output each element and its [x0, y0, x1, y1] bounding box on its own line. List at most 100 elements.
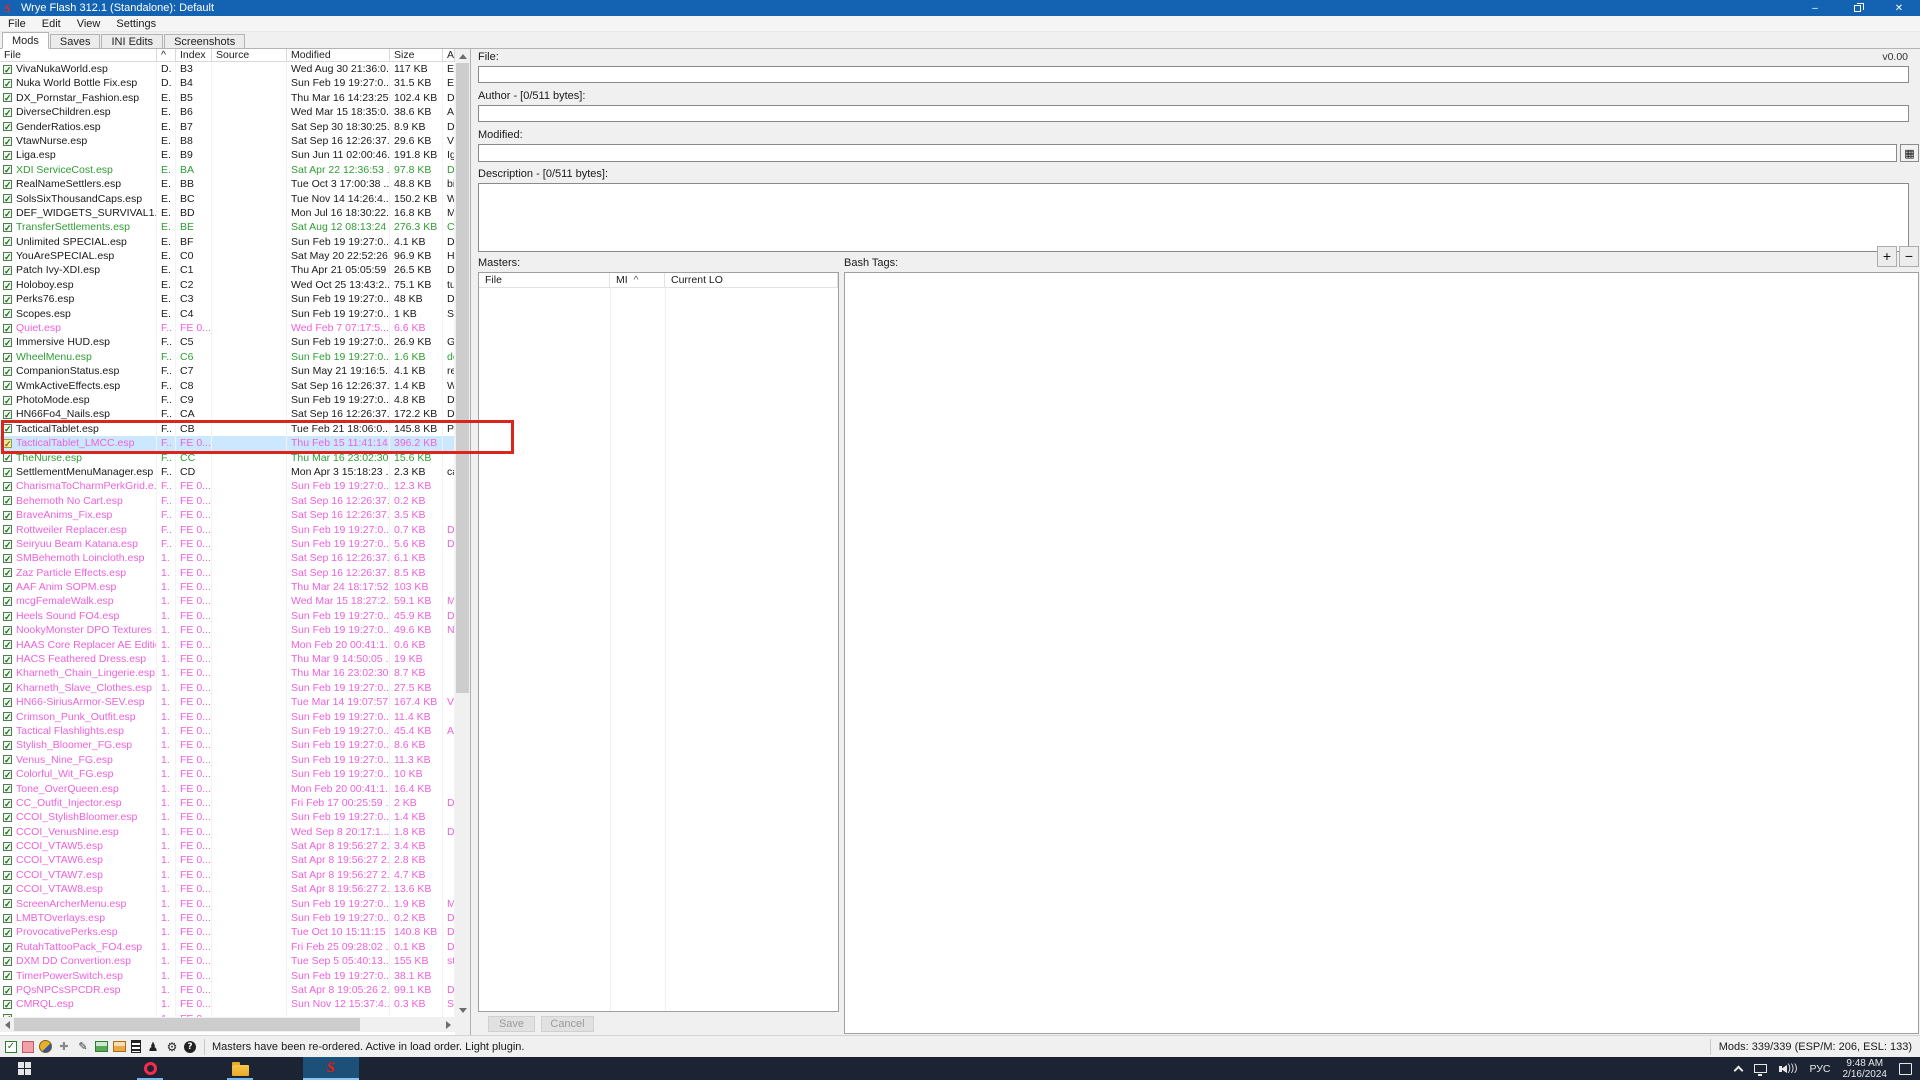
tab-ini-edits[interactable]: INI Edits [101, 34, 163, 48]
mod-row[interactable]: CC_Outfit_Injector.esp 1. FE 0... Fri Fe… [0, 796, 455, 810]
mod-row[interactable]: AAF Anim SOPM.esp 1. FE 0... Thu Mar 24 … [0, 580, 455, 594]
mod-row[interactable]: HN66-SiriusArmor-SEV.esp 1. FE 0... Tue … [0, 695, 455, 709]
mod-row[interactable]: Liga.esp E. B9 Sun Jun 11 02:00:46... 19… [0, 148, 455, 162]
mod-checkbox[interactable] [3, 640, 12, 649]
tab-saves[interactable]: Saves [50, 34, 101, 48]
mod-checkbox[interactable] [3, 799, 12, 808]
mod-checkbox[interactable] [3, 338, 12, 347]
mod-checkbox[interactable] [3, 698, 12, 707]
mod-checkbox[interactable] [3, 568, 12, 577]
mod-checkbox[interactable] [3, 482, 12, 491]
mod-checkbox[interactable] [3, 583, 12, 592]
mod-checkbox[interactable] [3, 856, 12, 865]
doc-icon[interactable] [131, 1040, 141, 1053]
mod-checkbox[interactable] [3, 928, 12, 937]
mod-row[interactable]: VtawNurse.esp E. B8 Sat Sep 16 12:26:37.… [0, 134, 455, 148]
mod-row[interactable]: SMBehemoth Loincloth.esp 1. FE 0... Sat … [0, 551, 455, 565]
mod-row[interactable]: Rottweiler Replacer.esp F.. FE 0... Sun … [0, 523, 455, 537]
menu-edit[interactable]: Edit [34, 16, 69, 32]
mod-row[interactable]: Kharneth_Chain_Lingerie.esp 1. FE 0... T… [0, 666, 455, 680]
column-header-source[interactable]: Source [212, 49, 287, 61]
mod-row[interactable]: CCOI_VTAW7.esp 1. FE 0... Sat Apr 8 19:5… [0, 868, 455, 882]
mod-row[interactable]: CCOI_VTAW5.esp 1. FE 0... Sat Apr 8 19:5… [0, 839, 455, 853]
mod-row[interactable]: DX_Pornstar_Fashion.esp E. B5 Thu Mar 16… [0, 91, 455, 105]
mod-row[interactable]: Kharneth_Slave_Clothes.esp 1. FE 0... Su… [0, 681, 455, 695]
mod-row[interactable]: PQsNPCsSPCDR.esp 1. FE 0... Sat Apr 8 19… [0, 983, 455, 997]
mod-checkbox[interactable] [3, 727, 12, 736]
mod-row[interactable]: Perks76.esp E. C3 Sun Feb 19 19:27:0... … [0, 292, 455, 306]
column-header-modified[interactable]: Modified [287, 49, 390, 61]
mod-row[interactable]: SettlementMenuManager.esp F.. CD Mon Apr… [0, 465, 455, 479]
mod-row[interactable]: Tone_OverQueen.esp 1. FE 0... Mon Feb 20… [0, 782, 455, 796]
minimize-button[interactable]: – [1794, 0, 1836, 16]
export-icon[interactable] [113, 1041, 126, 1052]
mod-row[interactable]: TheNurse.esp F.. CC Thu Mar 16 23:02:30.… [0, 451, 455, 465]
mod-row[interactable]: NookyMonster DPO Textures ... 1. FE 0...… [0, 623, 455, 637]
scroll-up-icon[interactable] [455, 49, 470, 63]
mod-checkbox[interactable] [3, 813, 12, 822]
mod-checkbox[interactable] [3, 899, 12, 908]
mod-checkbox[interactable] [3, 324, 12, 333]
mod-checkbox[interactable] [3, 353, 12, 362]
mod-row[interactable]: Zaz Particle Effects.esp 1. FE 0... Sat … [0, 566, 455, 580]
mod-checkbox[interactable] [3, 65, 12, 74]
mod-checkbox[interactable] [3, 122, 12, 131]
mod-checkbox[interactable] [3, 827, 12, 836]
mod-checkbox[interactable] [3, 410, 12, 419]
mod-checkbox[interactable] [3, 266, 12, 275]
mod-checkbox[interactable] [3, 252, 12, 261]
mod-row[interactable]: DXM DD Convertion.esp 1. FE 0... Tue Sep… [0, 954, 455, 968]
restore-button[interactable] [1836, 0, 1878, 16]
mod-checkbox[interactable] [3, 367, 12, 376]
mod-checkbox[interactable] [3, 986, 12, 995]
mod-row[interactable]: TimerPowerSwitch.esp 1. FE 0... Sun Feb … [0, 969, 455, 983]
mod-row[interactable]: ProvocativePerks.esp 1. FE 0... Tue Oct … [0, 925, 455, 939]
mod-row[interactable]: WmkActiveEffects.esp F.. C8 Sat Sep 16 1… [0, 379, 455, 393]
mod-checkbox[interactable] [3, 943, 12, 952]
mod-row[interactable]: HACS Feathered Dress.esp 1. FE 0... Thu … [0, 652, 455, 666]
mod-row[interactable]: Nuka World Bottle Fix.esp D. B4 Sun Feb … [0, 76, 455, 90]
horizontal-scrollbar[interactable] [0, 1017, 455, 1032]
mod-checkbox[interactable] [3, 165, 12, 174]
gear-icon[interactable]: ⚙ [165, 1040, 179, 1054]
scroll-left-icon[interactable] [0, 1017, 14, 1032]
column-header-index[interactable]: Index [176, 49, 212, 61]
mod-row[interactable]: CCOI_VTAW8.esp 1. FE 0... Sat Apr 8 19:5… [0, 882, 455, 896]
scroll-down-icon[interactable] [455, 1003, 470, 1017]
add-tag-button[interactable]: + [1877, 246, 1897, 267]
mod-checkbox[interactable] [3, 137, 12, 146]
mod-checkbox[interactable] [3, 511, 12, 520]
mod-row[interactable]: BraveAnims_Fix.esp F.. FE 0... Sat Sep 1… [0, 508, 455, 522]
mod-checkbox[interactable] [3, 655, 12, 664]
mod-row[interactable]: Seiryuu Beam Katana.esp F.. FE 0... Sun … [0, 537, 455, 551]
masters-column-current-lo[interactable]: Current LO [665, 273, 838, 287]
mod-row[interactable]: GenderRatios.esp E. B7 Sat Sep 30 18:30:… [0, 120, 455, 134]
calendar-button[interactable]: ▦ [1900, 144, 1919, 162]
mod-checkbox[interactable] [3, 597, 12, 606]
mod-row[interactable]: HAAS Core Replacer AE Editio... 1. FE 0.… [0, 638, 455, 652]
mod-checkbox[interactable] [3, 396, 12, 405]
mod-checkbox[interactable] [3, 79, 12, 88]
scroll-right-icon[interactable] [441, 1017, 455, 1032]
mod-checkbox[interactable] [3, 424, 12, 433]
mod-checkbox[interactable] [3, 237, 12, 246]
mod-checkbox[interactable] [3, 755, 12, 764]
mod-checkbox[interactable] [3, 784, 12, 793]
mod-checkbox[interactable] [3, 108, 12, 117]
mod-checkbox[interactable] [3, 971, 12, 980]
mod-checkbox[interactable] [3, 626, 12, 635]
file-input[interactable] [478, 66, 1909, 83]
mod-row[interactable]: DEF_WIDGETS_SURVIVAL1... E. BD Mon Jul 1… [0, 206, 455, 220]
mod-row[interactable]: YouAreSPECIAL.esp E. C0 Sat May 20 22:52… [0, 249, 455, 263]
mod-checkbox[interactable] [3, 712, 12, 721]
cancel-button[interactable]: Cancel [541, 1016, 594, 1032]
mod-checkbox[interactable] [3, 194, 12, 203]
globe-icon[interactable] [39, 1040, 52, 1053]
mod-checkbox[interactable] [3, 525, 12, 534]
mod-checkbox[interactable] [3, 1000, 12, 1009]
author-input[interactable] [478, 105, 1909, 122]
mod-row[interactable]: Unlimited SPECIAL.esp E. BF Sun Feb 19 1… [0, 235, 455, 249]
mod-row[interactable]: CCOI_StylishBloomer.esp 1. FE 0... Sun F… [0, 810, 455, 824]
move-icon[interactable]: ✚ [57, 1040, 71, 1054]
menu-settings[interactable]: Settings [108, 16, 164, 32]
